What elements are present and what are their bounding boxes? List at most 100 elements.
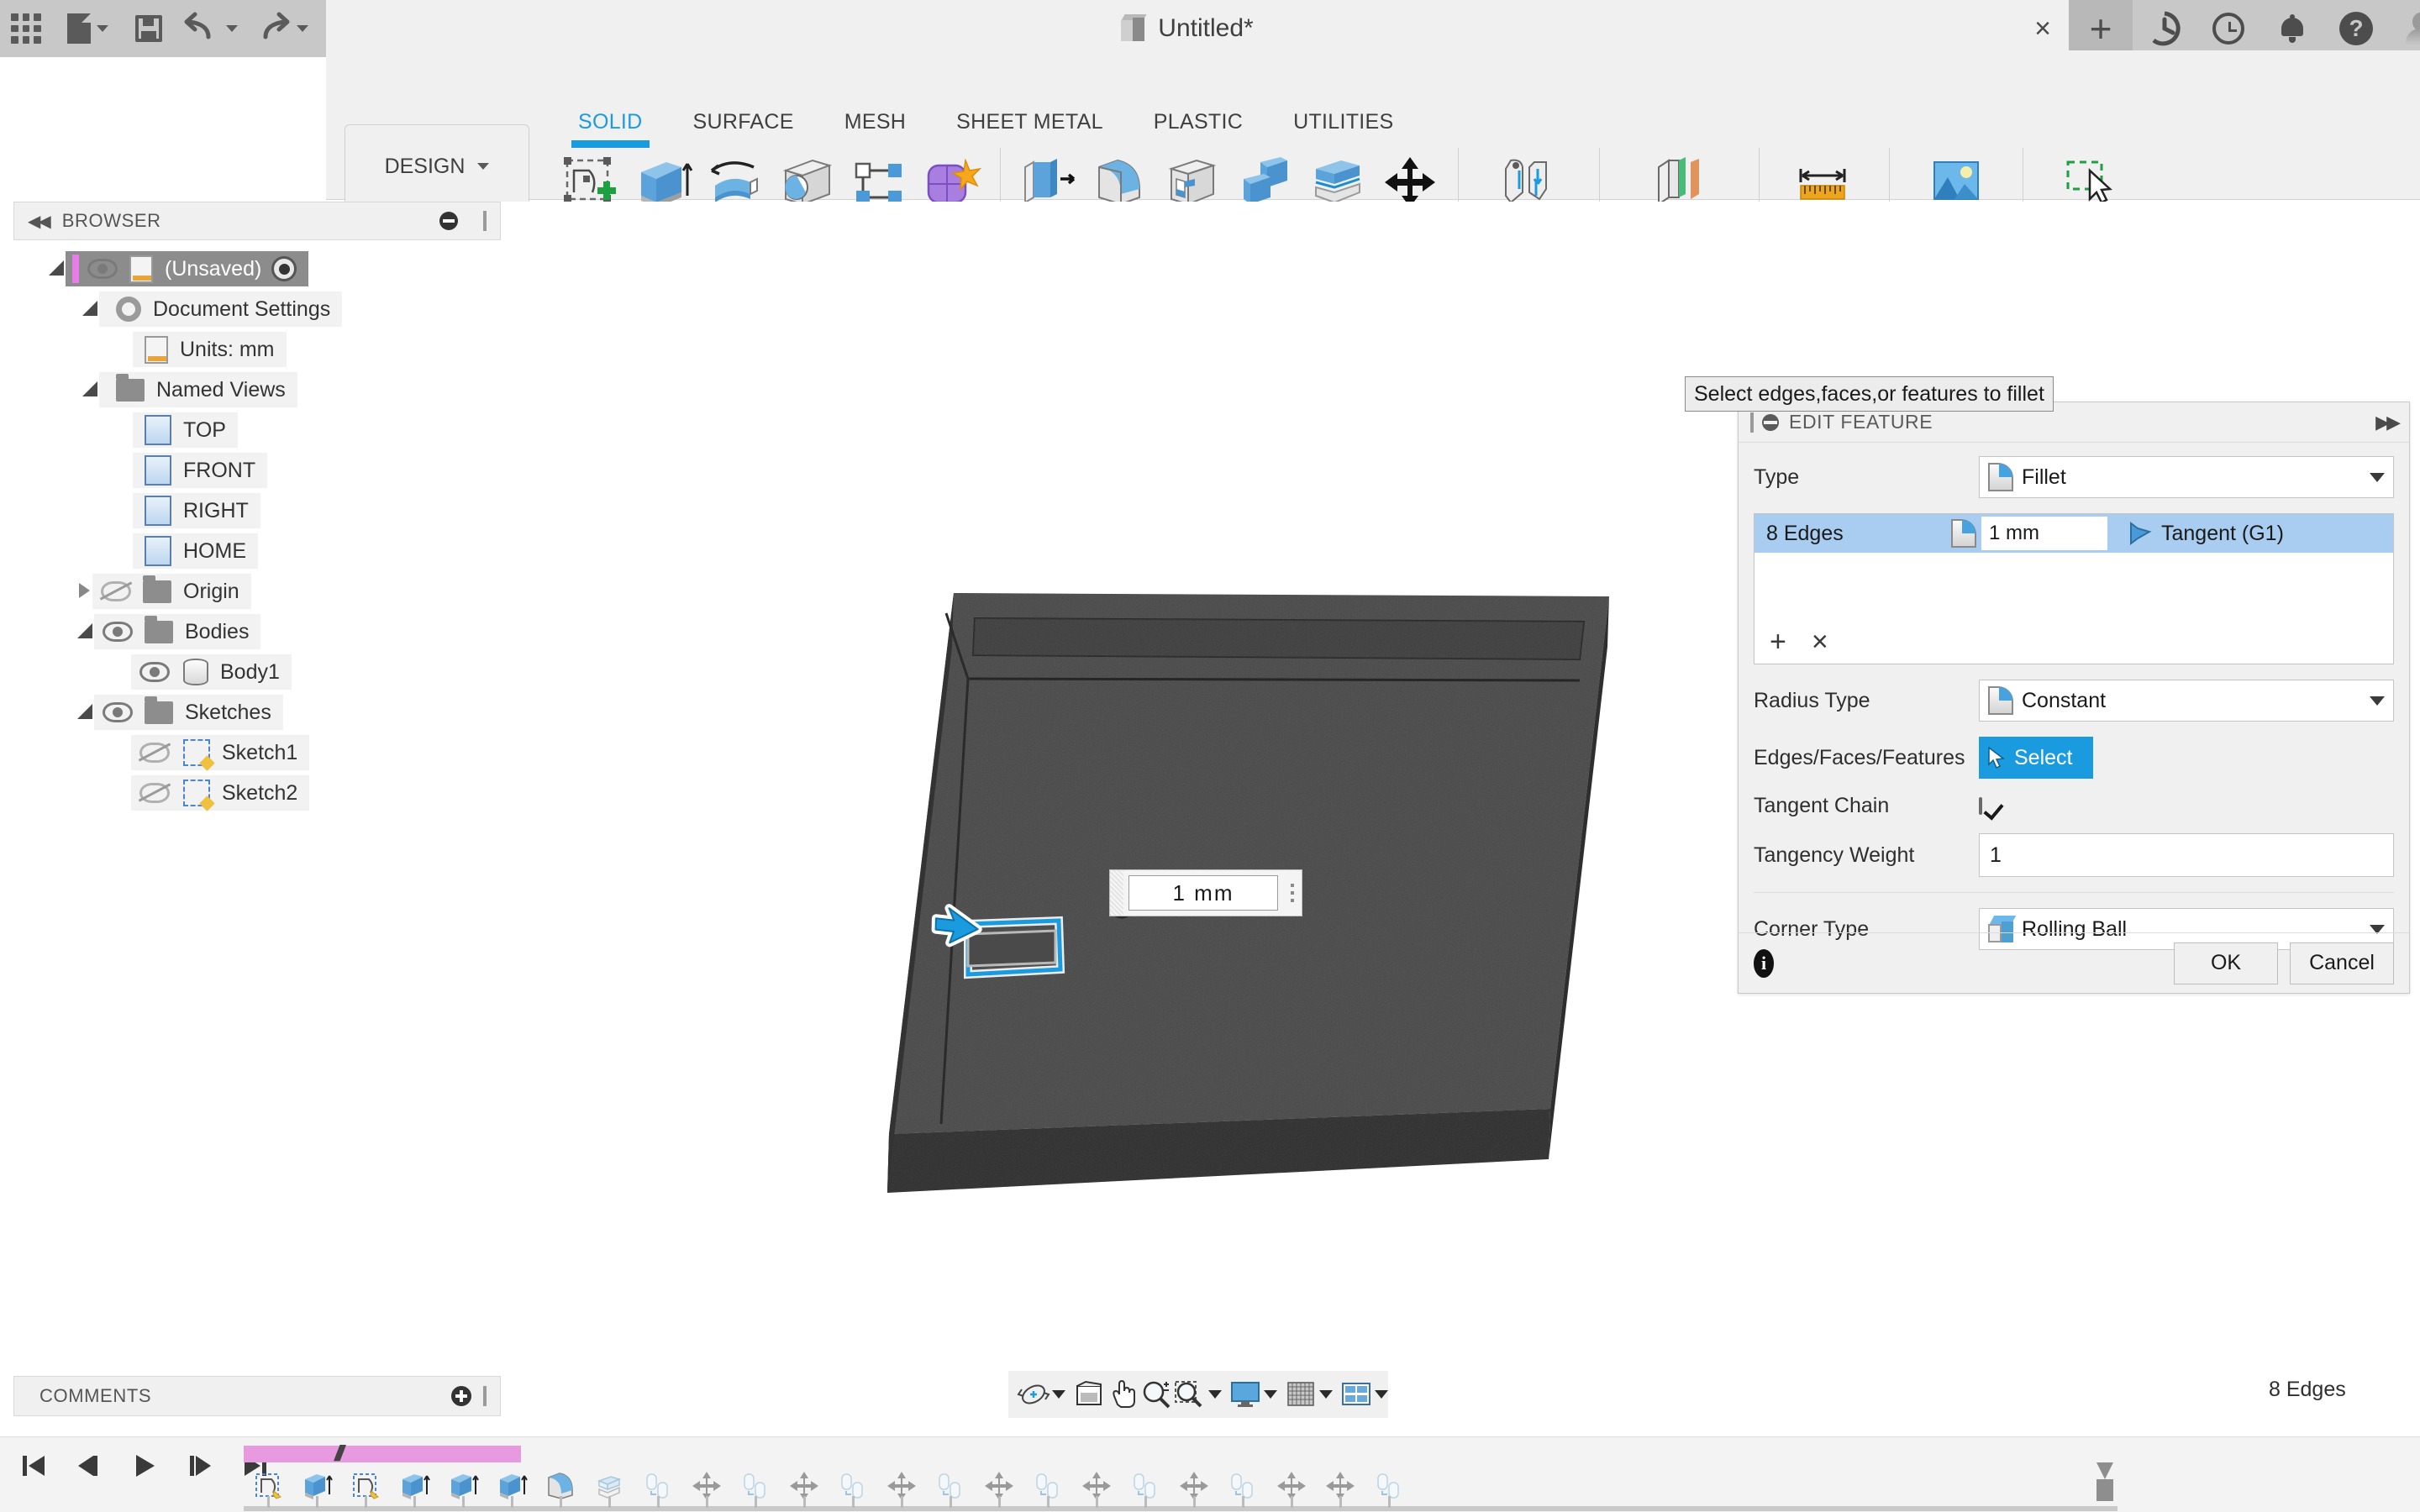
tree-item-view-front[interactable]: FRONT: [13, 450, 518, 491]
tree-item-units[interactable]: Units: mm: [13, 329, 518, 370]
visibility-eye-off-icon[interactable]: [139, 783, 170, 803]
look-at-icon[interactable]: [1072, 1374, 1106, 1415]
tree-item-origin[interactable]: Origin: [13, 571, 518, 612]
plus-circle-icon[interactable]: [451, 1386, 471, 1406]
fit-icon[interactable]: [1173, 1374, 1207, 1415]
info-icon[interactable]: i: [1754, 949, 1774, 978]
timeline-tick: [1291, 1496, 1293, 1508]
collapse-left-icon[interactable]: ◀◀: [28, 211, 49, 232]
tab-mesh[interactable]: MESH: [819, 102, 931, 141]
new-tab-icon[interactable]: +: [2069, 0, 2133, 57]
tree-item-view-top[interactable]: TOP: [13, 410, 518, 450]
visibility-eye-off-icon[interactable]: [139, 743, 170, 763]
pan-icon[interactable]: [1106, 1374, 1139, 1415]
tree-item-sketch1[interactable]: Sketch1: [13, 732, 518, 773]
chevron-down-icon[interactable]: [1052, 1390, 1065, 1399]
app-grid-icon[interactable]: [0, 0, 52, 57]
chevron-down-icon[interactable]: [1208, 1390, 1222, 1399]
recent-icon[interactable]: [2196, 0, 2260, 57]
chevron-down-icon[interactable]: [1319, 1390, 1333, 1399]
account-avatar-icon[interactable]: [2388, 0, 2420, 57]
tab-surface[interactable]: SURFACE: [668, 102, 819, 141]
tab-utilities[interactable]: UTILITIES: [1268, 102, 1418, 141]
tangency-weight-input[interactable]: 1: [1979, 833, 2394, 877]
tree-item-view-right[interactable]: RIGHT: [13, 491, 518, 531]
remove-selection-button[interactable]: ×: [1812, 626, 1828, 659]
panel-resize-grip[interactable]: [483, 1386, 487, 1406]
play-icon[interactable]: [128, 1449, 161, 1483]
workspace-selector[interactable]: DESIGN: [345, 124, 529, 208]
display-settings-icon[interactable]: [1228, 1374, 1262, 1415]
tree-item-document-settings[interactable]: Document Settings: [13, 289, 518, 329]
expand-right-icon[interactable]: ▶▶: [2375, 412, 2397, 433]
document-title-group: Untitled*: [1121, 14, 1253, 43]
timeline-tick: [1144, 1496, 1147, 1508]
minus-circle-icon[interactable]: [1762, 414, 1779, 431]
more-options-icon[interactable]: [1283, 884, 1302, 902]
close-tab-button[interactable]: ×: [2017, 0, 2069, 57]
drag-grip-icon[interactable]: [1110, 870, 1123, 916]
tree-item-sketches[interactable]: Sketches: [13, 692, 518, 732]
expander-down-icon[interactable]: [82, 381, 99, 398]
tree-item-bodies[interactable]: Bodies: [13, 612, 518, 652]
visibility-eye-off-icon[interactable]: [101, 581, 131, 601]
grid-snap-icon[interactable]: [1284, 1374, 1318, 1415]
tab-solid[interactable]: SOLID: [553, 102, 668, 141]
add-selection-button[interactable]: +: [1770, 626, 1786, 659]
tree-item-view-home[interactable]: HOME: [13, 531, 518, 571]
expander-down-icon[interactable]: [82, 301, 99, 318]
tree-item-body1[interactable]: Body1: [13, 652, 518, 692]
type-select[interactable]: Fillet: [1979, 456, 2394, 498]
edge-radius-input[interactable]: 1 mm: [1981, 517, 2107, 550]
dimension-input-widget[interactable]: 1 mm: [1109, 869, 1302, 916]
dimension-value-input[interactable]: 1 mm: [1128, 875, 1278, 911]
zoom-icon[interactable]: [1139, 1374, 1173, 1415]
minus-circle-icon[interactable]: [439, 212, 458, 230]
activate-radio-button[interactable]: [271, 256, 297, 281]
expander-down-icon[interactable]: [49, 260, 66, 277]
tab-sheet-metal[interactable]: SHEET METAL: [931, 102, 1128, 141]
save-icon[interactable]: [123, 0, 175, 57]
step-back-icon[interactable]: [72, 1449, 106, 1483]
tangent-chain-checkbox[interactable]: [1979, 797, 1982, 815]
tree-item-named-views[interactable]: Named Views: [13, 370, 518, 410]
chevron-down-icon: [2370, 696, 2385, 706]
timeline-track[interactable]: ///: [244, 1444, 2168, 1508]
new-file-icon[interactable]: [52, 0, 123, 57]
select-button-label: Select: [2014, 746, 2072, 770]
expander-down-icon[interactable]: [77, 704, 94, 721]
help-icon[interactable]: ?: [2324, 0, 2388, 57]
extensions-icon[interactable]: [2133, 0, 2196, 57]
ok-button[interactable]: OK: [2174, 942, 2278, 984]
dialog-drag-grip[interactable]: [1750, 412, 1754, 433]
go-to-beginning-icon[interactable]: [17, 1449, 50, 1483]
visibility-eye-icon[interactable]: [103, 622, 133, 642]
select-button[interactable]: Select: [1979, 737, 2093, 779]
visibility-eye-icon[interactable]: [87, 259, 118, 279]
document-tab[interactable]: Untitled*: [326, 0, 2049, 57]
orbit-icon[interactable]: [1017, 1374, 1050, 1415]
visibility-eye-icon[interactable]: [103, 702, 133, 722]
visibility-eye-icon[interactable]: [139, 662, 170, 682]
edge-selection-list[interactable]: 8 Edges 1 mm Tangent (G1) + ×: [1754, 513, 2394, 664]
cancel-button[interactable]: Cancel: [2290, 942, 2394, 984]
panel-resize-grip[interactable]: [483, 211, 487, 231]
timeline-end-marker[interactable]: [2096, 1462, 2113, 1501]
edge-list-row[interactable]: 8 Edges 1 mm Tangent (G1): [1754, 514, 2393, 553]
timeline-edit-marker: ///: [334, 1441, 340, 1467]
notifications-bell-icon[interactable]: [2260, 0, 2324, 57]
undo-icon[interactable]: [175, 0, 245, 57]
comments-panel-header[interactable]: COMMENTS: [13, 1376, 501, 1416]
radius-type-select[interactable]: Constant: [1979, 680, 2394, 722]
expander-right-icon[interactable]: [77, 583, 92, 600]
expander-down-icon[interactable]: [77, 623, 94, 640]
browser-tree: (Unsaved) Document Settings Units: mm Na…: [13, 249, 518, 813]
tree-item-unsaved[interactable]: (Unsaved): [13, 249, 518, 289]
viewports-icon[interactable]: [1339, 1374, 1373, 1415]
step-forward-icon[interactable]: [183, 1449, 217, 1483]
tab-plastic[interactable]: PLASTIC: [1128, 102, 1268, 141]
redo-icon[interactable]: [245, 0, 316, 57]
chevron-down-icon[interactable]: [1264, 1390, 1277, 1399]
chevron-down-icon[interactable]: [1375, 1390, 1388, 1399]
tree-item-sketch2[interactable]: Sketch2: [13, 773, 518, 813]
